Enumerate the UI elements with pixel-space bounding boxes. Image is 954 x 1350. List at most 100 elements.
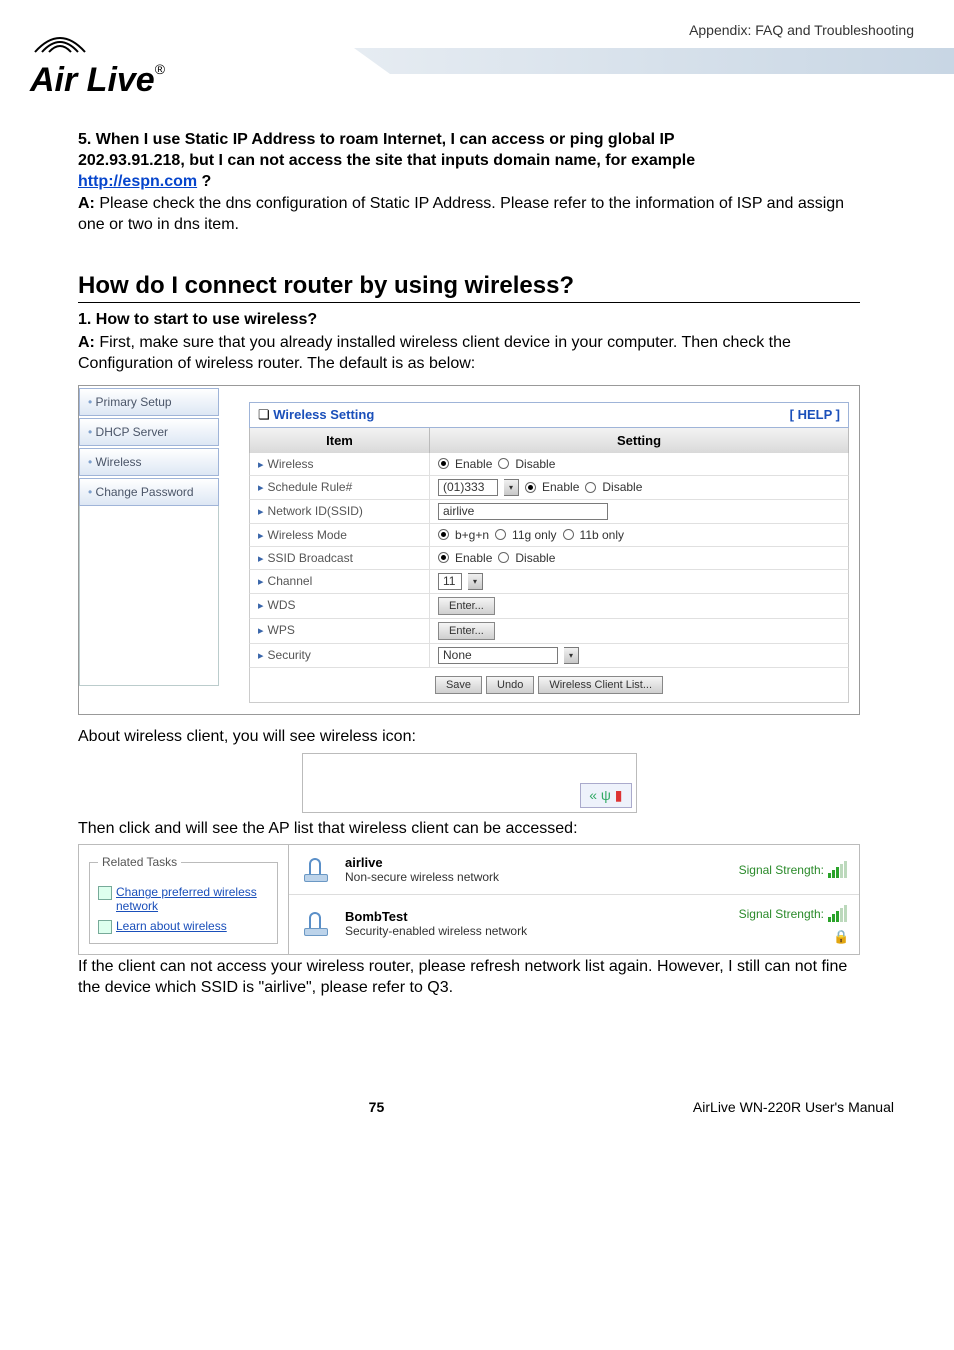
page-number: 75 (369, 1099, 385, 1115)
page-content: 5. When I use Static IP Address to roam … (0, 110, 900, 1029)
schedule-enable-radio[interactable] (525, 482, 536, 493)
label-wds: WDS (250, 594, 430, 618)
sidebar-item-primary[interactable]: Primary Setup (79, 388, 219, 416)
logo-arcs-icon (30, 30, 165, 61)
row-wireless: Wireless Enable Disable (249, 453, 849, 476)
text-after-fig1: About wireless client, you will see wire… (78, 727, 860, 748)
airlive-logo: Air Live® (30, 30, 165, 100)
table-header: Item Setting (249, 428, 849, 453)
q5-line1: 5. When I use Static IP Address to roam … (78, 130, 860, 151)
wds-enter-button[interactable]: Enter... (438, 597, 495, 615)
mode-11g-text: 11g only (512, 528, 556, 542)
sig-label: Signal Strength: (739, 907, 824, 921)
mode-11g-radio[interactable] (495, 529, 506, 540)
ap-info: BombTest Security-enabled wireless netwo… (345, 909, 727, 938)
label-security: Security (250, 644, 430, 667)
appendix-label: Appendix: FAQ and Troubleshooting (689, 22, 914, 38)
page-header: Appendix: FAQ and Troubleshooting Air Li… (0, 0, 954, 110)
related-tasks-fieldset: Related Tasks Change preferred wireless … (89, 855, 278, 944)
wifi-icon (301, 910, 333, 938)
espn-link[interactable]: http://espn.com (78, 173, 197, 190)
section-heading: How do I connect router by using wireles… (78, 272, 860, 303)
wireless-enable-radio[interactable] (438, 458, 449, 469)
mode-bgn-radio[interactable] (438, 529, 449, 540)
lock-icon (833, 928, 847, 942)
q1-answer: A: First, make sure that you already ins… (78, 333, 860, 375)
schedule-select[interactable]: (01)333 (438, 479, 498, 496)
q5-linkline: http://espn.com ? (78, 172, 860, 193)
panel-title-icon: ❏ (258, 407, 270, 422)
row-wps: WPS Enter... (249, 619, 849, 644)
page-footer: 75 AirLive WN-220R User's Manual (0, 1029, 954, 1135)
panel-header: ❏ Wireless Setting [ HELP ] (249, 402, 849, 428)
panel-button-row: Save Undo Wireless Client List... (249, 668, 849, 703)
ap-sub: Security-enabled wireless network (345, 924, 727, 938)
header-decoration (354, 48, 954, 74)
signal-bars-icon (828, 905, 847, 922)
q5-suffix: ? (197, 173, 211, 190)
wps-enter-button[interactable]: Enter... (438, 622, 495, 640)
save-button[interactable]: Save (435, 676, 482, 694)
text-after-fig2: Then click and will see the AP list that… (78, 819, 860, 840)
q5-answer: A: Please check the dns configuration of… (78, 194, 860, 236)
wireless-panel: ❏ Wireless Setting [ HELP ] Item Setting… (249, 402, 849, 703)
security-dropdown-icon[interactable]: ▾ (564, 647, 579, 664)
signal-strength: Signal Strength: (739, 905, 847, 922)
change-preferred-link[interactable]: Change preferred wireless network (116, 885, 269, 913)
security-select[interactable]: None (438, 647, 558, 664)
undo-button[interactable]: Undo (486, 676, 534, 694)
channel-dropdown-icon[interactable]: ▾ (468, 573, 483, 590)
tray-figure: « ψ ▮ (302, 753, 637, 813)
broadcast-enable-text: Enable (455, 551, 492, 565)
wifi-icon (301, 856, 333, 884)
row-channel: Channel 11 ▾ (249, 570, 849, 594)
th-item: Item (250, 428, 430, 453)
ap-row-airlive[interactable]: airlive Non-secure wireless network Sign… (289, 845, 859, 894)
related-tasks-panel: Related Tasks Change preferred wireless … (78, 844, 288, 955)
clientlist-button[interactable]: Wireless Client List... (538, 676, 663, 694)
signal-bars-icon (828, 861, 847, 878)
broadcast-enable-radio[interactable] (438, 552, 449, 563)
row-ssid: Network ID(SSID) airlive (249, 500, 849, 524)
broadcast-disable-radio[interactable] (498, 552, 509, 563)
q1-answer-text: First, make sure that you already instal… (78, 334, 791, 372)
learn-wireless-link[interactable]: Learn about wireless (116, 919, 269, 933)
label-mode: Wireless Mode (250, 524, 430, 546)
ap-name: BombTest (345, 909, 727, 924)
router-config-figure: Primary Setup DHCP Server Wireless Chang… (78, 385, 860, 715)
sidebar-item-wireless[interactable]: Wireless (79, 448, 219, 476)
tray-figure-wrap: « ψ ▮ (78, 753, 860, 813)
q5-line2-pre: 202.93.91.218, but I can not access the … (78, 152, 695, 169)
wireless-disable-radio[interactable] (498, 458, 509, 469)
schedule-dropdown-icon[interactable]: ▾ (504, 479, 519, 496)
q5-line2: 202.93.91.218, but I can not access the … (78, 151, 860, 172)
row-security: Security None ▾ (249, 644, 849, 668)
th-setting: Setting (430, 428, 848, 453)
tray-icons: « ψ ▮ (580, 783, 631, 808)
schedule-enable-text: Enable (542, 480, 579, 494)
ap-sub: Non-secure wireless network (345, 870, 727, 884)
ap-list-figure: Related Tasks Change preferred wireless … (78, 844, 860, 955)
logo-text: Air Live (30, 61, 155, 99)
channel-select[interactable]: 11 (438, 573, 462, 590)
logo-reg: ® (155, 61, 165, 77)
schedule-disable-text: Disable (602, 480, 642, 494)
related-tasks-legend: Related Tasks (98, 855, 181, 869)
manual-title: AirLive WN-220R User's Manual (693, 1099, 894, 1115)
label-channel: Channel (250, 570, 430, 593)
signal-strength: Signal Strength: (739, 861, 847, 878)
schedule-disable-radio[interactable] (585, 482, 596, 493)
help-link[interactable]: [ HELP ] (790, 407, 840, 423)
ap-row-bombtest[interactable]: BombTest Security-enabled wireless netwo… (289, 894, 859, 952)
q1-answer-label: A: (78, 334, 95, 351)
label-schedule: Schedule Rule# (250, 476, 430, 499)
mode-11b-radio[interactable] (563, 529, 574, 540)
panel-title: ❏ Wireless Setting (258, 407, 374, 423)
broadcast-disable-text: Disable (515, 551, 555, 565)
sidebar-item-dhcp[interactable]: DHCP Server (79, 418, 219, 446)
q5-answer-label: A: (78, 195, 95, 212)
q5-answer-text: Please check the dns configuration of St… (78, 195, 844, 233)
ssid-input[interactable]: airlive (438, 503, 608, 520)
ap-info: airlive Non-secure wireless network (345, 855, 727, 884)
sidebar-item-changepw[interactable]: Change Password (79, 478, 219, 506)
